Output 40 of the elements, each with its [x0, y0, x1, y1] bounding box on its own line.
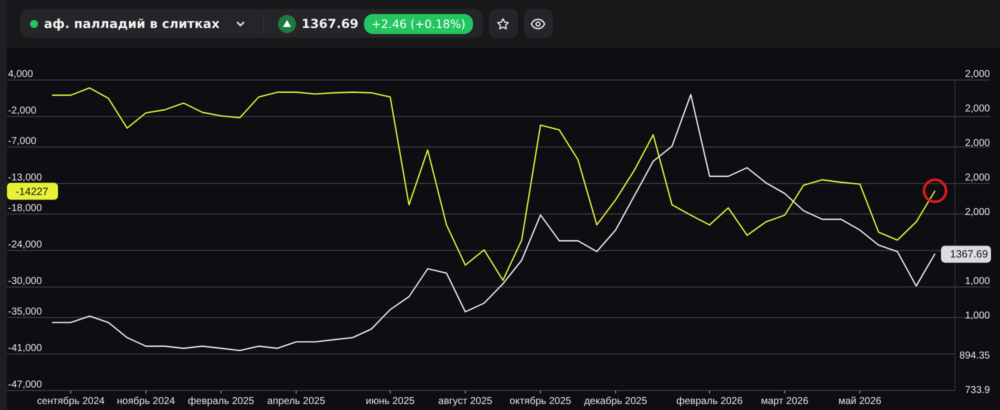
- eye-icon: [530, 16, 546, 30]
- axis-label: июнь 2025: [366, 396, 415, 407]
- axis-label: 4,000: [8, 69, 34, 80]
- axis-label: 1,000: [964, 276, 990, 287]
- favorite-button[interactable]: [488, 9, 518, 38]
- axis-label: -41,000: [8, 342, 42, 354]
- axis-label: 894.35: [959, 350, 990, 362]
- axis-label: ноябрь 2024: [116, 396, 175, 407]
- axis-label: 2,000: [964, 172, 990, 184]
- watch-button[interactable]: [524, 9, 553, 38]
- axis-label: 733.9: [964, 385, 990, 396]
- axis-label: -35,000: [8, 306, 42, 318]
- axis-label: октябрь 2025: [510, 396, 572, 407]
- axis-label: -13,000: [8, 172, 42, 184]
- value-tag: 1367.69: [941, 246, 991, 263]
- instrument-name[interactable]: аф. палладий в слитках: [44, 16, 220, 31]
- chevron-down-icon[interactable]: [236, 20, 245, 26]
- axis-label: май 2026: [838, 396, 882, 407]
- axis-label: 2,000: [964, 138, 990, 149]
- axis-label: -18,000: [8, 202, 42, 214]
- axis-label: -47,000: [8, 380, 42, 390]
- axis-label: -24,000: [8, 239, 42, 250]
- axis-label: февраль 2025: [188, 396, 254, 407]
- axis-label: апрель 2025: [267, 396, 326, 407]
- axis-label: декабрь 2025: [584, 396, 648, 407]
- axis-label: 2,000: [964, 104, 990, 114]
- star-icon: [496, 16, 510, 30]
- axis-label: август 2025: [438, 396, 492, 407]
- axis-label: 2,000: [964, 69, 990, 80]
- value-tag: -14227: [7, 182, 58, 200]
- axis-label: сентябрь 2024: [36, 396, 105, 407]
- axis-label: февраль 2026: [676, 396, 743, 407]
- axis-label: -2,000: [8, 106, 36, 117]
- price: 1367.69: [302, 16, 358, 31]
- axis-label: -7,000: [8, 136, 36, 147]
- axis-label: март 2026: [761, 396, 808, 407]
- axis-label: 2,000: [964, 207, 990, 218]
- axis-label: -30,000: [8, 276, 42, 287]
- axis-label: 1,000: [964, 310, 990, 322]
- change-badge: +2.46 (+0.18%): [364, 14, 473, 34]
